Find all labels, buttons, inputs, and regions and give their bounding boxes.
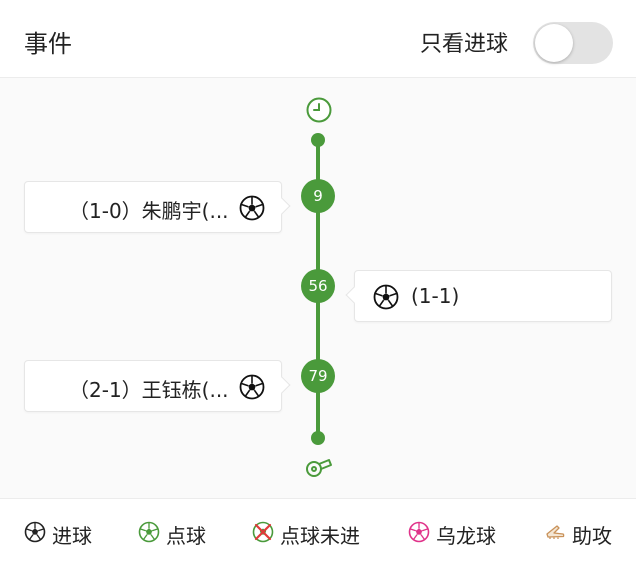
event-text: （1-0）朱鹏宇(... (69, 199, 229, 223)
minute-badge: 9 (301, 179, 335, 213)
goal-icon (239, 374, 265, 400)
minute-badge: 79 (301, 359, 335, 393)
event-card[interactable]: (1-1) (345, 270, 612, 322)
legend-assist-label: 助攻 (572, 524, 612, 548)
legend-penalty-missed-label: 点球未进 (280, 524, 360, 548)
minute-badge: 56 (301, 269, 335, 303)
goal-icon (239, 195, 265, 221)
goal-icon (373, 284, 399, 310)
timeline-end-dot (311, 431, 325, 445)
page-title: 事件 (24, 30, 72, 58)
timeline-start-dot (311, 133, 325, 147)
legend: 进球 点球 点球未进 乌龙球 助攻 (0, 498, 636, 564)
header: 事件 只看进球 (0, 0, 636, 78)
legend-own-goal-label: 乌龙球 (436, 524, 496, 548)
event-text: （2-1）王钰栋(... (69, 378, 229, 402)
event-card[interactable]: （2-1）王钰栋(... (24, 360, 291, 412)
legend-goal-label: 进球 (52, 524, 92, 548)
event-card[interactable]: （1-0）朱鹏宇(... (24, 181, 291, 233)
boot-icon (546, 525, 565, 539)
goals-only-toggle[interactable] (533, 22, 613, 64)
toggle-knob[interactable] (535, 24, 573, 62)
clock-icon (306, 97, 332, 123)
event-text: (1-1) (411, 284, 460, 308)
penalty-icon (138, 521, 160, 543)
whistle-icon (306, 459, 332, 477)
goal-icon (24, 521, 46, 543)
penalty-missed-icon (252, 521, 274, 543)
legend-penalty-label: 点球 (166, 524, 206, 548)
goals-only-label: 只看进球 (420, 32, 509, 57)
event-timeline: （1-0）朱鹏宇(... 9 (1-1) 56 （2-1）王钰栋(... 79 (0, 78, 636, 498)
own-goal-icon (408, 521, 430, 543)
